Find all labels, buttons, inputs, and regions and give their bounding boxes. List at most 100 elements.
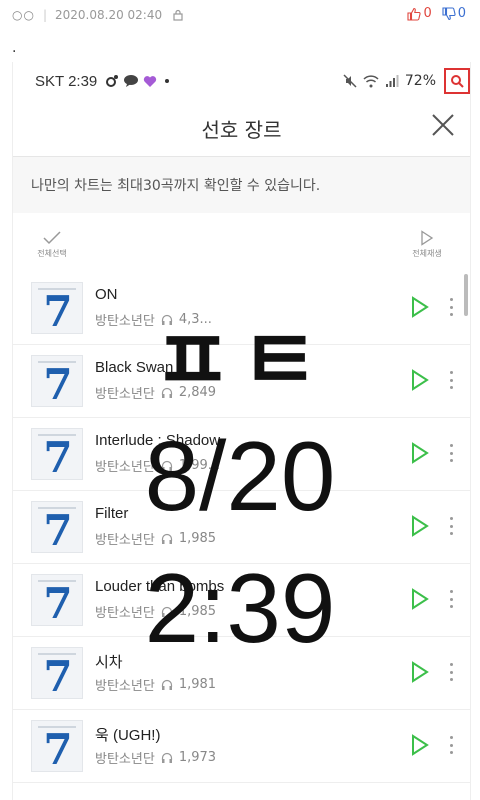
play-button[interactable]: [410, 661, 430, 683]
more-options-button[interactable]: [448, 371, 454, 389]
more-options-button[interactable]: [448, 444, 454, 462]
more-options-button[interactable]: [448, 736, 454, 754]
headphone-icon: [161, 606, 173, 618]
song-meta: 방탄소년단 2,849: [95, 383, 216, 402]
upvote-count: 0: [423, 6, 432, 21]
play-button[interactable]: [410, 296, 430, 318]
wifi-icon: [363, 74, 379, 87]
artist-name: 방탄소년단: [95, 752, 155, 767]
more-notifications-dot: [165, 79, 170, 83]
author-dots: ○○: [12, 8, 35, 22]
artist-name: 방탄소년단: [95, 533, 155, 548]
play-count: 4,3...: [178, 312, 212, 327]
song-meta: 방탄소년단 1,981: [95, 675, 216, 694]
artist-name: 방탄소년단: [95, 314, 155, 329]
artist-name: 방탄소년단: [95, 679, 155, 694]
status-notification-icons: [105, 74, 170, 88]
play-button[interactable]: [410, 734, 430, 756]
play-icon: [412, 588, 429, 610]
song-meta: 방탄소년단 1,973: [95, 748, 216, 767]
list-actions: 전체선택 전체재생: [13, 222, 470, 270]
song-row[interactable]: 7 ON 방탄소년단 4,3...: [13, 272, 470, 345]
scrollbar[interactable]: [464, 274, 468, 316]
select-all-label: 전체선택: [37, 249, 67, 258]
lock-icon: [172, 9, 184, 21]
song-row[interactable]: 7 시차 방탄소년단 1,981: [13, 637, 470, 710]
battery-percent: 72%: [404, 73, 436, 89]
post-meta-bar: ○○ | 2020.08.20 02:40 0 0: [0, 0, 480, 30]
dialog-header: 선호 장르: [13, 100, 470, 157]
search-button[interactable]: [444, 68, 470, 94]
play-icon: [412, 442, 429, 464]
more-options-button[interactable]: [448, 298, 454, 316]
artist-name: 방탄소년단: [95, 606, 155, 621]
info-text: 나만의 차트는 최대30곡까지 확인할 수 있습니다.: [31, 178, 321, 194]
play-count: 1,981: [178, 677, 217, 692]
headphone-icon: [161, 679, 173, 691]
play-button[interactable]: [410, 442, 430, 464]
play-count: 1,985: [178, 604, 217, 619]
checkmark-icon: [43, 231, 61, 245]
song-title: Louder than bombs: [95, 578, 225, 595]
song-row[interactable]: 7 Interlude : Shadow 방탄소년단 1,99...: [13, 418, 470, 491]
heart-icon: [144, 75, 157, 87]
vote-group: 0 0: [407, 6, 466, 21]
song-title: Black Swan: [95, 359, 174, 376]
album-cover: 7: [31, 501, 83, 553]
play-button[interactable]: [410, 515, 430, 537]
play-icon: [412, 661, 429, 683]
song-title: Filter: [95, 505, 129, 522]
post-body-text: .: [12, 40, 17, 56]
song-row[interactable]: 7 Filter 방탄소년단 1,985: [13, 491, 470, 564]
song-row[interactable]: 7 Black Swan 방탄소년단 2,849: [13, 345, 470, 418]
close-icon: [432, 114, 454, 136]
more-options-button[interactable]: [448, 590, 454, 608]
thumb-up-icon: [407, 7, 422, 21]
close-button[interactable]: [430, 112, 456, 138]
play-icon: [412, 369, 429, 391]
play-count: 1,973: [178, 750, 217, 765]
play-all-button[interactable]: 전체재생: [402, 230, 452, 259]
play-icon: [412, 515, 429, 537]
song-list: 7 ON 방탄소년단 4,3... 7 Black Swan 방탄소년단 2,849…: [13, 272, 470, 783]
downvote-count: 0: [457, 6, 466, 21]
headphone-icon: [161, 314, 173, 326]
play-all-label: 전체재생: [412, 249, 442, 258]
more-options-button[interactable]: [448, 517, 454, 535]
play-button[interactable]: [410, 588, 430, 610]
song-row[interactable]: 7 Louder than bombs 방탄소년단 1,985: [13, 564, 470, 637]
play-button[interactable]: [410, 369, 430, 391]
album-cover: 7: [31, 647, 83, 699]
select-all-button[interactable]: 전체선택: [27, 230, 77, 259]
artist-name: 방탄소년단: [95, 387, 155, 402]
phone-status-bar: SKT 2:39 72%: [13, 62, 470, 100]
play-count: 2,849: [178, 385, 217, 400]
song-meta: 방탄소년단 1,985: [95, 602, 216, 621]
mute-icon: [343, 74, 357, 88]
embedded-screenshot: SKT 2:39 72% 선호 장르 나만의 차트는 최대30곡까지 확인할 수…: [12, 62, 471, 800]
signal-icon: [385, 74, 399, 87]
headphone-icon: [161, 460, 173, 472]
upvote-button[interactable]: 0: [407, 6, 432, 21]
album-cover: 7: [31, 428, 83, 480]
headphone-icon: [161, 387, 173, 399]
artist-name: 방탄소년단: [95, 460, 155, 475]
app-notification-icon: [106, 75, 119, 87]
play-icon: [412, 296, 429, 318]
song-title: 시차: [95, 654, 123, 671]
page-title: 선호 장르: [201, 118, 282, 142]
downvote-button[interactable]: 0: [442, 6, 466, 21]
song-row[interactable]: 7 욱 (UGH!) 방탄소년단 1,973: [13, 710, 470, 783]
song-meta: 방탄소년단 1,985: [95, 529, 216, 548]
play-outline-icon: [421, 230, 434, 246]
play-count: 1,985: [178, 531, 217, 546]
song-title: Interlude : Shadow: [95, 432, 221, 449]
post-date: 2020.08.20 02:40: [55, 8, 163, 22]
chat-icon: [124, 75, 139, 87]
more-options-button[interactable]: [448, 663, 454, 681]
album-cover: 7: [31, 282, 83, 334]
headphone-icon: [161, 533, 173, 545]
carrier-time: SKT 2:39: [35, 72, 98, 90]
status-right-icons: 72%: [343, 73, 436, 89]
song-meta: 방탄소년단 4,3...: [95, 310, 212, 329]
